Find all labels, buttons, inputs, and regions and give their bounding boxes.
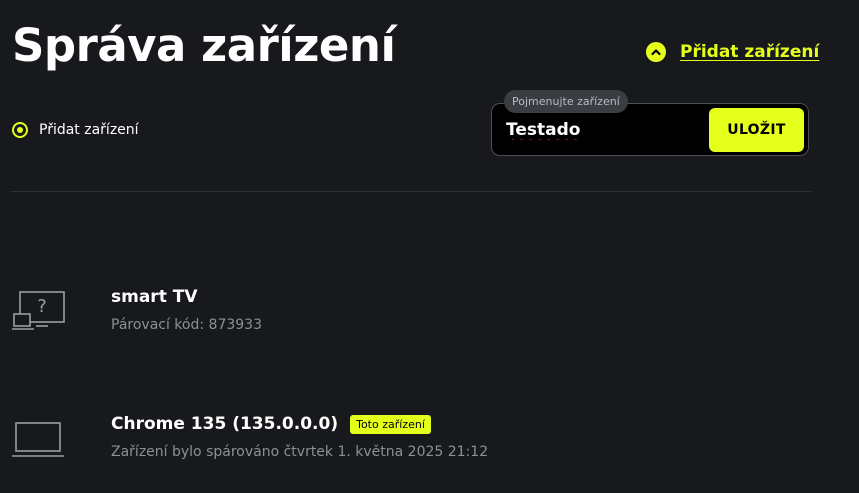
divider [11,191,811,192]
save-button[interactable]: ULOŽIT [709,108,804,152]
add-device-option-label: Přidat zařízení [39,122,139,138]
laptop-icon [12,421,66,463]
device-name-label: Pojmenujte zařízení [504,90,628,113]
this-device-badge: Toto zařízení [350,414,431,434]
page-title: Správa zařízení [12,19,396,72]
chevron-up-icon [646,42,666,62]
add-device-link-label: Přidat zařízení [680,42,820,62]
device-name: smart TV [111,287,198,307]
radio-selected-icon[interactable] [12,122,28,138]
device-name: Chrome 135 (135.0.0.0) Toto zařízení [111,414,431,434]
device-paired-date: Zařízení bylo spárováno čtvrtek 1. květn… [111,444,489,460]
unknown-device-icon: ? [12,290,66,336]
add-device-link[interactable]: Přidat zařízení [646,42,819,62]
add-device-option[interactable]: Přidat zařízení [12,122,139,138]
device-name-input[interactable] [506,116,706,144]
device-name-form: Pojmenujte zařízení ULOŽIT [491,90,809,156]
device-management-page: Správa zařízení Přidat zařízení Přidat z… [0,0,859,493]
device-pairing-code: Párovací kód: 873933 [111,317,262,333]
svg-text:?: ? [37,296,47,317]
